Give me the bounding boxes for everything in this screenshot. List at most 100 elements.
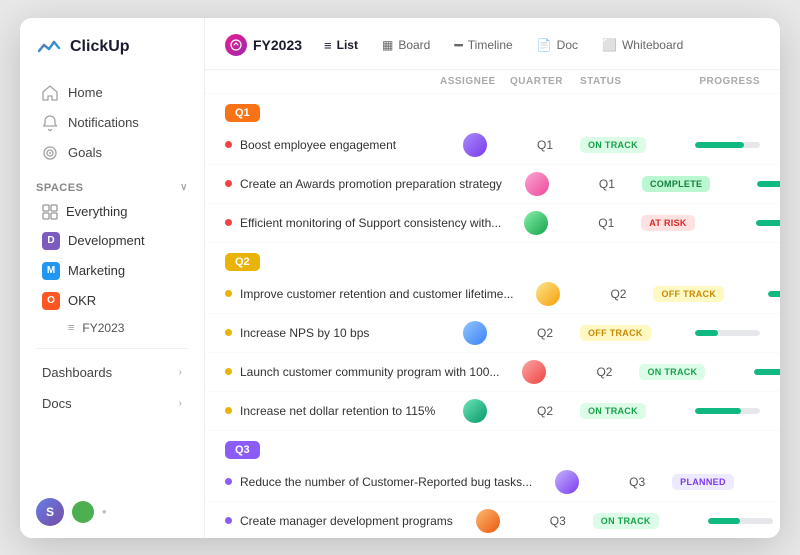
status-badge: OFF TRACK bbox=[653, 286, 724, 302]
sidebar-divider bbox=[36, 348, 188, 349]
table-row[interactable]: Efficient monitoring of Support consiste… bbox=[205, 204, 780, 243]
spaces-chevron[interactable]: ∨ bbox=[180, 182, 188, 193]
progress-cell bbox=[731, 220, 780, 226]
progress-fill bbox=[695, 142, 744, 148]
tab-doc[interactable]: 📄 Doc bbox=[527, 33, 588, 57]
task-text: Increase NPS by 10 bps bbox=[240, 326, 369, 340]
task-name-cell: Reduce the number of Customer-Reported b… bbox=[225, 475, 532, 489]
q1-section: Q1 Boost employee engagement Q1 ON TRACK… bbox=[205, 94, 780, 243]
sidebar-item-development[interactable]: D Development bbox=[26, 226, 198, 256]
task-dot bbox=[225, 180, 232, 187]
sidebar-item-notifications-label: Notifications bbox=[68, 115, 139, 130]
sidebar-fy2023-label: FY2023 bbox=[82, 321, 124, 335]
task-text: Boost employee engagement bbox=[240, 138, 396, 152]
sidebar-everything-label: Everything bbox=[66, 204, 127, 219]
table-row[interactable]: Create manager development programs Q3 O… bbox=[205, 502, 780, 538]
sidebar-item-dashboards[interactable]: Dashboards › bbox=[26, 357, 198, 388]
table-row[interactable]: Increase NPS by 10 bps Q2 OFF TRACK bbox=[205, 314, 780, 353]
tab-list[interactable]: ≡ List bbox=[314, 33, 368, 58]
tab-whiteboard[interactable]: ⬜ Whiteboard bbox=[592, 33, 693, 57]
task-text: Launch customer community program with 1… bbox=[240, 365, 499, 379]
table-row[interactable]: Create an Awards promotion preparation s… bbox=[205, 165, 780, 204]
task-text: Increase net dollar retention to 115% bbox=[240, 404, 435, 418]
progress-bar bbox=[708, 518, 773, 524]
col-header-quarter: QUARTER bbox=[510, 76, 580, 87]
user-avatar bbox=[522, 360, 546, 384]
sidebar-item-goals[interactable]: Goals bbox=[26, 138, 198, 168]
assignee-cell bbox=[499, 360, 569, 384]
quarter-cell: Q1 bbox=[572, 177, 642, 191]
col-header-progress: PROGRESS bbox=[670, 76, 760, 87]
bell-icon bbox=[42, 115, 58, 131]
status-cell: AT RISK bbox=[641, 215, 731, 231]
status-badge: COMPLETE bbox=[642, 176, 710, 192]
sidebar-item-home-label: Home bbox=[68, 85, 103, 100]
tab-timeline[interactable]: ━ Timeline bbox=[444, 32, 522, 59]
task-text: Create manager development programs bbox=[240, 514, 453, 528]
sidebar-development-label: Development bbox=[68, 233, 145, 248]
status-cell: ON TRACK bbox=[580, 137, 670, 153]
progress-fill bbox=[695, 330, 718, 336]
table-row[interactable]: Launch customer community program with 1… bbox=[205, 353, 780, 392]
user-avatar[interactable]: S bbox=[36, 498, 64, 526]
logo-text: ClickUp bbox=[70, 38, 130, 56]
task-dot bbox=[225, 290, 232, 297]
status-badge: ON TRACK bbox=[639, 364, 705, 380]
table-row[interactable]: Improve customer retention and customer … bbox=[205, 275, 780, 314]
sidebar-item-notifications[interactable]: Notifications bbox=[26, 108, 198, 138]
task-dot bbox=[225, 141, 232, 148]
status-cell: COMPLETE bbox=[642, 176, 732, 192]
sidebar-item-everything[interactable]: Everything bbox=[26, 198, 198, 226]
sidebar-item-okr[interactable]: O OKR bbox=[26, 286, 198, 316]
board-tab-icon: ▦ bbox=[382, 38, 393, 52]
table-row[interactable]: Increase net dollar retention to 115% Q2… bbox=[205, 392, 780, 431]
col-header-assignee: ASSIGNEE bbox=[440, 76, 510, 87]
dashboards-label: Dashboards bbox=[42, 365, 112, 380]
fy2023-icon: ≡ bbox=[68, 322, 74, 334]
marketing-dot: M bbox=[42, 262, 60, 280]
quarter-cell: Q2 bbox=[583, 287, 653, 301]
quarter-cell: Q3 bbox=[602, 475, 672, 489]
tab-board[interactable]: ▦ Board bbox=[372, 33, 440, 57]
progress-cell bbox=[762, 479, 780, 485]
status-badge: OFF TRACK bbox=[580, 325, 651, 341]
goals-icon bbox=[42, 145, 58, 161]
progress-cell bbox=[670, 142, 760, 148]
assignee-cell bbox=[440, 399, 510, 423]
task-text: Reduce the number of Customer-Reported b… bbox=[240, 475, 532, 489]
task-name-cell: Boost employee engagement bbox=[225, 138, 440, 152]
status-cell: PLANNED bbox=[672, 474, 762, 490]
progress-fill bbox=[754, 369, 780, 375]
task-name-cell: Efficient monitoring of Support consiste… bbox=[225, 216, 501, 230]
task-name-cell: Launch customer community program with 1… bbox=[225, 365, 499, 379]
task-name-cell: Increase net dollar retention to 115% bbox=[225, 404, 440, 418]
sidebar-item-docs[interactable]: Docs › bbox=[26, 388, 198, 419]
quarter-cell: Q2 bbox=[510, 404, 580, 418]
quarter-cell: Q1 bbox=[571, 216, 641, 230]
doc-tab-label: Doc bbox=[557, 38, 578, 52]
status-badge: ON TRACK bbox=[580, 403, 646, 419]
progress-bar bbox=[695, 142, 760, 148]
table-header-row: ASSIGNEE QUARTER STATUS PROGRESS bbox=[205, 70, 780, 94]
sidebar-sub-fy2023[interactable]: ≡ FY2023 bbox=[26, 316, 198, 340]
q3-section: Q3 Reduce the number of Customer-Reporte… bbox=[205, 431, 780, 538]
status-badge: PLANNED bbox=[672, 474, 734, 490]
board-tab-label: Board bbox=[398, 38, 430, 52]
user-avatar bbox=[555, 470, 579, 494]
assignee-cell bbox=[453, 509, 523, 533]
sidebar-item-marketing[interactable]: M Marketing bbox=[26, 256, 198, 286]
table-row[interactable]: Reduce the number of Customer-Reported b… bbox=[205, 463, 780, 502]
table-row[interactable]: Boost employee engagement Q1 ON TRACK bbox=[205, 126, 780, 165]
progress-fill bbox=[757, 181, 780, 187]
progress-cell bbox=[732, 181, 780, 187]
fy-title: FY2023 bbox=[253, 37, 302, 53]
progress-bar bbox=[754, 369, 780, 375]
status-badge: AT RISK bbox=[641, 215, 694, 231]
task-text: Efficient monitoring of Support consiste… bbox=[240, 216, 501, 230]
fy-icon bbox=[225, 34, 247, 56]
task-dot bbox=[225, 407, 232, 414]
progress-bar bbox=[695, 330, 760, 336]
status-cell: ON TRACK bbox=[580, 403, 670, 419]
sidebar-item-home[interactable]: Home bbox=[26, 78, 198, 108]
sidebar: ClickUp Home Notifications Goals Spaces … bbox=[20, 18, 205, 538]
